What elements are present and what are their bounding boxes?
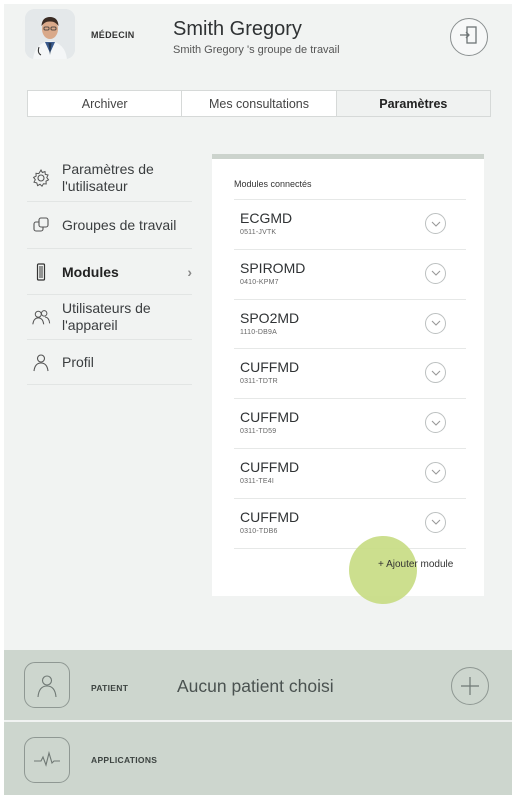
module-name: CUFFMD — [240, 458, 300, 475]
user-group: Smith Gregory 's groupe de travail — [173, 44, 340, 56]
tab-bar: Archiver Mes consultations Paramètres — [27, 90, 491, 117]
module-id: 0410-KPM7 — [240, 278, 279, 286]
sidebar-item-label: Paramètres de l'utilisateur — [62, 161, 154, 194]
chevron-down-icon — [431, 370, 440, 376]
sidebar-item-label: Groupes de travail — [62, 217, 177, 233]
patient-label: PATIENT — [91, 683, 129, 693]
sidebar-item-label: Utilisateurs de l'appareil — [62, 300, 151, 333]
gear-icon — [31, 168, 51, 188]
chevron-down-icon — [431, 320, 440, 326]
chevron-down-icon — [431, 470, 440, 476]
user-role: MÉDECIN — [91, 30, 135, 40]
module-id: 0310-TDB6 — [240, 527, 278, 535]
module-id: 1110-DB9A — [240, 328, 277, 336]
tab-parametres[interactable]: Paramètres — [336, 91, 490, 116]
module-name: CUFFMD — [240, 359, 300, 376]
module-name: CUFFMD — [240, 508, 300, 525]
avatar — [25, 9, 75, 59]
modules-panel-title: Modules connectés — [234, 179, 312, 189]
chevron-down-icon — [431, 221, 440, 227]
module-id: 0311-TE4I — [240, 477, 274, 485]
heartbeat-icon — [34, 750, 60, 767]
sidebar-item-label: Profil — [62, 354, 94, 370]
person-icon — [37, 675, 57, 698]
applications-bar: APPLICATIONS — [4, 722, 512, 795]
users-icon — [31, 307, 51, 327]
sidebar-item-label: Modules — [62, 263, 119, 280]
patient-button[interactable] — [24, 662, 70, 708]
sidebar-item-device-users[interactable]: Utilisateurs de l'appareil — [27, 295, 192, 340]
applications-label: APPLICATIONS — [91, 755, 158, 765]
sidebar-item-profile[interactable]: Profil — [27, 340, 192, 385]
modules-list: ECGMD 0511-JVTK SPIROMD 0410-KPM7 SPO2MD… — [234, 199, 466, 549]
add-patient-button[interactable] — [451, 667, 489, 705]
modules-panel: Modules connectés ECGMD 0511-JVTK SPIROM… — [212, 154, 484, 604]
touch-ripple — [349, 536, 417, 604]
expand-button[interactable] — [425, 262, 446, 284]
module-icon — [31, 262, 51, 282]
module-id: 0511-JVTK — [240, 229, 277, 236]
patient-bar: PATIENT Aucun patient choisi — [4, 650, 512, 720]
settings-sidebar: Paramètres de l'utilisateur Groupes de t… — [27, 155, 192, 385]
sidebar-item-user-settings[interactable]: Paramètres de l'utilisateur — [27, 155, 192, 202]
sidebar-item-groups[interactable]: Groupes de travail — [27, 202, 192, 249]
person-icon — [31, 352, 51, 372]
chevron-down-icon — [431, 420, 440, 426]
sidebar-item-modules[interactable]: Modules › — [27, 249, 192, 295]
logout-icon — [458, 24, 480, 51]
list-item[interactable]: SPIROMD 0410-KPM7 — [234, 248, 466, 299]
module-name: SPIROMD — [240, 259, 306, 276]
expand-button[interactable] — [425, 412, 446, 434]
plus-icon — [461, 677, 479, 695]
groups-icon — [31, 215, 51, 235]
module-id: 0311-TD59 — [240, 428, 277, 436]
app-root: MÉDECIN Smith Gregory Smith Gregory 's g… — [4, 4, 512, 795]
list-item[interactable]: SPO2MD 1110-DB9A — [234, 298, 466, 349]
tab-archiver[interactable]: Archiver — [28, 91, 183, 116]
user-name: Smith Gregory — [173, 18, 302, 40]
expand-button[interactable] — [425, 362, 446, 384]
logout-button[interactable] — [450, 18, 488, 56]
list-item[interactable]: CUFFMD 0311-TDTR — [234, 348, 466, 398]
add-module-button[interactable]: + Ajouter module — [378, 559, 453, 570]
chevron-down-icon — [431, 270, 440, 277]
list-item[interactable]: CUFFMD 0310-TDB6 — [234, 497, 466, 548]
expand-button[interactable] — [425, 312, 446, 334]
patient-status: Aucun patient choisi — [177, 676, 334, 696]
expand-button[interactable] — [425, 511, 446, 533]
chevron-right-icon: › — [187, 263, 192, 280]
module-name: CUFFMD — [240, 409, 300, 426]
module-name: ECGMD — [240, 210, 293, 226]
tab-mes-consultations[interactable]: Mes consultations — [182, 91, 337, 116]
applications-button[interactable] — [24, 737, 70, 783]
list-item[interactable]: CUFFMD 0311-TD59 — [234, 398, 466, 448]
module-name: SPO2MD — [240, 309, 300, 326]
list-item[interactable]: CUFFMD 0311-TE4I — [234, 447, 466, 498]
expand-button[interactable] — [425, 213, 446, 234]
expand-button[interactable] — [425, 461, 446, 483]
module-id: 0311-TDTR — [240, 378, 278, 386]
chevron-down-icon — [431, 519, 440, 526]
list-divider — [234, 547, 466, 549]
list-item[interactable]: ECGMD 0511-JVTK — [234, 199, 466, 249]
